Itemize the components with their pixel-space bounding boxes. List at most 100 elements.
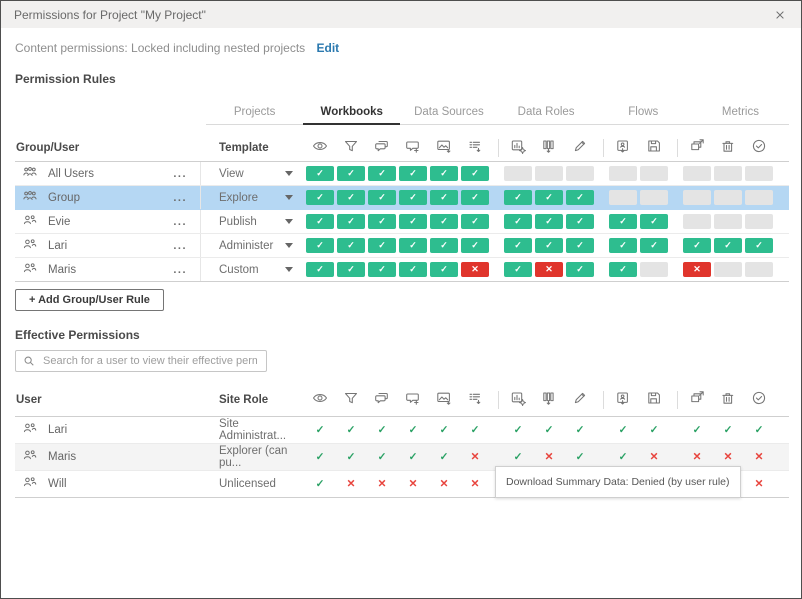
perm-cell-view[interactable]: ✓ xyxy=(306,190,334,205)
perm-cell-add-comments[interactable]: ✓ xyxy=(399,262,427,277)
pencil-icon xyxy=(572,390,588,409)
template-dropdown[interactable]: Explore xyxy=(201,186,306,209)
perm-cell-download-full-data[interactable]: ✓ xyxy=(535,214,563,229)
perm-cell-web-edit[interactable] xyxy=(566,166,594,181)
rule-row-group[interactable]: Group...Explore✓✓✓✓✓✓✓✓✓ xyxy=(15,186,789,210)
perm-cell-share-customized[interactable]: ✓ xyxy=(504,238,532,253)
perm-cell-download-full-data[interactable]: ✓ xyxy=(535,190,563,205)
template-dropdown[interactable]: Publish xyxy=(201,210,306,233)
perm-cell-delete[interactable]: ✓ xyxy=(714,238,742,253)
row-actions-menu[interactable]: ... xyxy=(173,218,187,226)
perm-cell-download-full-data[interactable]: ✓ xyxy=(535,238,563,253)
perm-cell-overwrite[interactable] xyxy=(640,262,668,277)
perm-cell-download-full-data[interactable] xyxy=(535,166,563,181)
perm-cell-web-edit[interactable]: ✓ xyxy=(566,238,594,253)
perm-cell-delete[interactable] xyxy=(714,166,742,181)
perm-cell-add-comments[interactable]: ✓ xyxy=(399,238,427,253)
perm-cell-view-comments[interactable]: ✓ xyxy=(368,190,396,205)
save-icon xyxy=(640,390,668,409)
row-actions-menu[interactable]: ... xyxy=(173,194,187,202)
perm-cell-add-comments[interactable]: ✓ xyxy=(399,166,427,181)
perm-cell-overwrite[interactable] xyxy=(640,166,668,181)
perm-cell-delete[interactable] xyxy=(714,214,742,229)
perm-cell-set-permissions[interactable] xyxy=(745,166,773,181)
perm-cell-overwrite[interactable]: ✓ xyxy=(640,214,668,229)
perm-cell-download-workbook[interactable]: ✓ xyxy=(609,262,637,277)
perm-cell-filter[interactable]: ✓ xyxy=(337,262,365,277)
perm-cell-view-comments[interactable]: ✓ xyxy=(368,214,396,229)
perm-cell-download-workbook[interactable] xyxy=(609,166,637,181)
perm-cell-download-image-pdf[interactable]: ✓ xyxy=(430,166,458,181)
tab-flows[interactable]: Flows xyxy=(595,102,692,124)
perm-cell-filter[interactable]: ✓ xyxy=(337,238,365,253)
perm-cell-download-summary-data[interactable]: ✕ xyxy=(461,262,489,277)
tab-data-sources[interactable]: Data Sources xyxy=(400,102,497,124)
perm-cell-web-edit[interactable]: ✓ xyxy=(566,214,594,229)
tab-data-roles[interactable]: Data Roles xyxy=(498,102,595,124)
perm-cell-delete[interactable] xyxy=(714,262,742,277)
rule-row-lari[interactable]: Lari...Administer✓✓✓✓✓✓✓✓✓✓✓✓✓✓ xyxy=(15,234,789,258)
perm-cell-view[interactable]: ✓ xyxy=(306,214,334,229)
perm-cell-view-comments[interactable]: ✓ xyxy=(368,262,396,277)
perm-cell-share-customized[interactable]: ✓ xyxy=(504,262,532,277)
tab-projects[interactable]: Projects xyxy=(206,102,303,124)
perm-cell-download-full-data[interactable]: ✕ xyxy=(535,262,563,277)
perm-cell-filter[interactable]: ✓ xyxy=(337,214,365,229)
perm-cell-download-summary-data[interactable]: ✓ xyxy=(461,190,489,205)
row-actions-menu[interactable]: ... xyxy=(173,242,187,250)
perm-cell-add-comments[interactable]: ✓ xyxy=(399,190,427,205)
search-input[interactable] xyxy=(41,354,259,368)
perm-cell-filter[interactable]: ✓ xyxy=(337,166,365,181)
site-role-value: Unlicensed xyxy=(201,471,306,497)
perm-cell-set-permissions[interactable] xyxy=(745,190,773,205)
perm-cell-download-image-pdf[interactable]: ✓ xyxy=(430,190,458,205)
perm-cell-view-comments[interactable]: ✓ xyxy=(368,166,396,181)
perm-cell-share-customized[interactable] xyxy=(504,166,532,181)
perm-cell-download-image-pdf[interactable]: ✓ xyxy=(430,262,458,277)
perm-cell-download-workbook[interactable] xyxy=(609,190,637,205)
effective-mark-download-image-pdf: ✕ xyxy=(440,478,449,490)
tab-workbooks[interactable]: Workbooks xyxy=(303,102,400,125)
perm-cell-move[interactable]: ✓ xyxy=(683,238,711,253)
perm-cell-share-customized[interactable]: ✓ xyxy=(504,214,532,229)
perm-cell-overwrite[interactable] xyxy=(640,190,668,205)
perm-cell-delete[interactable] xyxy=(714,190,742,205)
perm-cell-download-workbook[interactable]: ✓ xyxy=(609,238,637,253)
tab-metrics[interactable]: Metrics xyxy=(692,102,789,124)
perm-cell-download-summary-data[interactable]: ✓ xyxy=(461,238,489,253)
perm-cell-share-customized[interactable]: ✓ xyxy=(504,190,532,205)
perm-cell-web-edit[interactable]: ✓ xyxy=(566,190,594,205)
perm-cell-set-permissions[interactable] xyxy=(745,214,773,229)
perm-cell-set-permissions[interactable]: ✓ xyxy=(745,238,773,253)
perm-cell-overwrite[interactable]: ✓ xyxy=(640,238,668,253)
template-dropdown[interactable]: Custom xyxy=(201,258,306,281)
perm-cell-view-comments[interactable]: ✓ xyxy=(368,238,396,253)
perm-cell-download-image-pdf[interactable]: ✓ xyxy=(430,214,458,229)
rule-row-evie[interactable]: Evie...Publish✓✓✓✓✓✓✓✓✓✓✓ xyxy=(15,210,789,234)
search-icon xyxy=(23,355,35,367)
perm-cell-download-workbook[interactable]: ✓ xyxy=(609,214,637,229)
perm-cell-move[interactable] xyxy=(683,190,711,205)
add-group-user-rule-button[interactable]: + Add Group/User Rule xyxy=(15,289,164,311)
rule-row-maris[interactable]: Maris...Custom✓✓✓✓✓✕✓✕✓✓✕ xyxy=(15,258,789,282)
perm-cell-set-permissions[interactable] xyxy=(745,262,773,277)
perm-cell-move[interactable] xyxy=(683,214,711,229)
perm-cell-move[interactable]: ✕ xyxy=(683,262,711,277)
perm-cell-view[interactable]: ✓ xyxy=(306,262,334,277)
close-icon[interactable] xyxy=(772,7,788,23)
perm-cell-add-comments[interactable]: ✓ xyxy=(399,214,427,229)
edit-link[interactable]: Edit xyxy=(317,41,340,55)
template-dropdown[interactable]: Administer xyxy=(201,234,306,257)
row-actions-menu[interactable]: ... xyxy=(173,170,187,178)
perm-cell-download-summary-data[interactable]: ✓ xyxy=(461,166,489,181)
rule-row-all-users[interactable]: All Users...View✓✓✓✓✓✓ xyxy=(15,162,789,186)
perm-cell-view[interactable]: ✓ xyxy=(306,166,334,181)
perm-cell-download-summary-data[interactable]: ✓ xyxy=(461,214,489,229)
perm-cell-view[interactable]: ✓ xyxy=(306,238,334,253)
perm-cell-move[interactable] xyxy=(683,166,711,181)
perm-cell-filter[interactable]: ✓ xyxy=(337,190,365,205)
template-dropdown[interactable]: View xyxy=(201,162,306,185)
perm-cell-web-edit[interactable]: ✓ xyxy=(566,262,594,277)
perm-cell-download-image-pdf[interactable]: ✓ xyxy=(430,238,458,253)
row-actions-menu[interactable]: ... xyxy=(173,266,187,274)
